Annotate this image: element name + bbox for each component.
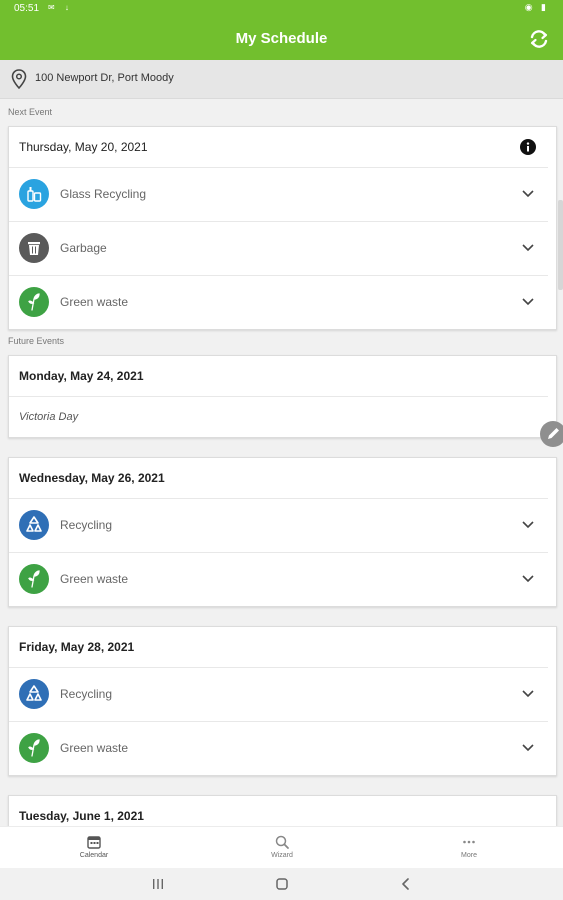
event-item-label: Green waste: [60, 295, 129, 309]
schedule-list[interactable]: Next Event Thursday, May 20, 2021 Glass …: [0, 98, 563, 826]
chevron-down-icon[interactable]: [522, 190, 534, 198]
event-item-glass-recycling[interactable]: Glass Recycling: [9, 168, 548, 222]
event-item-green-waste[interactable]: Green waste: [9, 553, 548, 606]
recycling-icon: [19, 679, 49, 709]
next-event-label: Next Event: [8, 107, 53, 117]
chevron-down-icon[interactable]: [522, 744, 534, 752]
event-card: Tuesday, June 1, 2021: [8, 795, 557, 826]
event-item-green-waste[interactable]: Green waste: [9, 276, 548, 329]
next-event-card: Thursday, May 20, 2021 Glass Recycling G…: [8, 126, 557, 330]
chevron-down-icon[interactable]: [522, 575, 534, 583]
tab-label: More: [461, 852, 477, 859]
info-icon[interactable]: [520, 139, 536, 155]
status-notification-icons: ✉ ↓: [48, 3, 73, 12]
wizard-search-icon: [275, 835, 289, 849]
chevron-down-icon[interactable]: [522, 298, 534, 306]
glass-recycling-icon: [19, 179, 49, 209]
address-text: 100 Newport Dr, Port Moody: [35, 72, 174, 84]
location-pin-icon: [11, 69, 27, 89]
tab-label: Calendar: [79, 852, 109, 859]
event-item-green-waste[interactable]: Green waste: [9, 722, 548, 775]
status-system-icons: ◉ ▮: [524, 2, 549, 12]
holiday-row: Victoria Day: [9, 397, 556, 437]
event-item-label: Garbage: [60, 241, 107, 255]
chevron-down-icon[interactable]: [522, 521, 534, 529]
tab-wizard[interactable]: Wizard: [222, 827, 342, 869]
event-header: Friday, May 28, 2021: [9, 627, 548, 668]
green-waste-icon: [19, 733, 49, 763]
event-header: Thursday, May 20, 2021: [9, 127, 548, 168]
event-item-recycling[interactable]: Recycling: [9, 668, 548, 722]
tab-more[interactable]: More: [409, 827, 529, 869]
event-date: Friday, May 28, 2021: [19, 640, 135, 654]
home-icon[interactable]: [274, 876, 290, 892]
recycling-icon: [19, 510, 49, 540]
scroll-handle[interactable]: [558, 200, 563, 290]
chevron-down-icon[interactable]: [522, 690, 534, 698]
green-waste-icon: [19, 287, 49, 317]
event-header: Wednesday, May 26, 2021: [9, 458, 548, 499]
event-item-label: Recycling: [60, 687, 113, 701]
holiday-label: Victoria Day: [19, 411, 79, 423]
event-item-label: Green waste: [60, 572, 129, 586]
event-card: Wednesday, May 26, 2021 Recycling Green …: [8, 457, 557, 607]
back-icon[interactable]: [398, 876, 414, 892]
event-date: Thursday, May 20, 2021: [19, 140, 148, 154]
event-item-garbage[interactable]: Garbage: [9, 222, 548, 276]
edge-panel-button[interactable]: [540, 421, 563, 447]
page-title: My Schedule: [235, 30, 328, 47]
app-bar: My Schedule: [0, 18, 563, 60]
event-item-label: Recycling: [60, 518, 113, 532]
chevron-down-icon[interactable]: [522, 244, 534, 252]
bottom-navigation: Calendar Wizard More: [0, 826, 563, 869]
event-item-label: Glass Recycling: [60, 187, 147, 201]
event-card: Friday, May 28, 2021 Recycling Green was…: [8, 626, 557, 776]
future-events-label: Future Events: [8, 336, 65, 346]
event-date: Wednesday, May 26, 2021: [19, 471, 165, 485]
refresh-icon[interactable]: [527, 27, 551, 51]
more-icon: [463, 840, 475, 844]
event-header: Monday, May 24, 2021: [9, 356, 548, 397]
event-date: Monday, May 24, 2021: [19, 369, 144, 383]
event-date: Tuesday, June 1, 2021: [19, 809, 144, 823]
tab-label: Wizard: [271, 852, 293, 859]
event-item-label: Green waste: [60, 741, 129, 755]
status-bar: 05:51 ✉ ↓ ◉ ▮: [0, 0, 563, 18]
pencil-icon: [548, 428, 559, 439]
event-card: Monday, May 24, 2021 Victoria Day: [8, 355, 557, 438]
green-waste-icon: [19, 564, 49, 594]
garbage-icon: [19, 233, 49, 263]
system-navigation-bar: [0, 868, 563, 900]
address-bar[interactable]: 100 Newport Dr, Port Moody: [0, 60, 563, 99]
status-time: 05:51: [14, 3, 40, 14]
calendar-icon: [87, 836, 101, 849]
event-item-recycling[interactable]: Recycling: [9, 499, 548, 553]
recent-apps-icon[interactable]: [150, 876, 166, 892]
tab-calendar[interactable]: Calendar: [34, 827, 154, 869]
event-header: Tuesday, June 1, 2021: [9, 796, 548, 826]
